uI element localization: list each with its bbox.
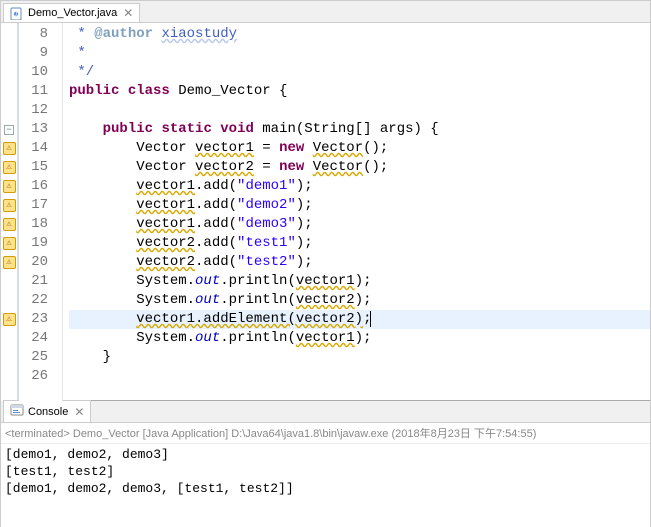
line-number: 18 bbox=[19, 215, 48, 234]
line-number: 21 bbox=[19, 272, 48, 291]
console-line: [demo1, demo2, demo3] bbox=[5, 446, 646, 463]
gutter-icon-slot bbox=[1, 329, 17, 348]
line-number-gutter: 891011121314151617181920212223242526 bbox=[19, 23, 63, 401]
code-line[interactable]: vector1.add("demo3"); bbox=[69, 215, 650, 234]
console-tab[interactable]: Console ✕ bbox=[3, 400, 91, 422]
warning-icon[interactable]: ⚠ bbox=[3, 218, 16, 231]
warning-icon[interactable]: ⚠ bbox=[3, 161, 16, 174]
line-number: 22 bbox=[19, 291, 48, 310]
code-line[interactable]: Vector vector2 = new Vector(); bbox=[69, 158, 650, 177]
line-number: 26 bbox=[19, 367, 48, 386]
warning-icon[interactable]: ⚠ bbox=[3, 313, 16, 326]
console-output[interactable]: [demo1, demo2, demo3][test1, test2][demo… bbox=[1, 444, 650, 499]
gutter-icon-slot: − bbox=[1, 120, 17, 139]
gutter-icon-slot bbox=[1, 63, 17, 82]
gutter-icon-slot bbox=[1, 44, 17, 63]
code-line[interactable]: public class Demo_Vector { bbox=[69, 82, 650, 101]
editor-pane: J Demo_Vector.java ✕ −⚠⚠⚠⚠⚠⚠⚠⚠ 891011121… bbox=[1, 1, 650, 401]
close-icon[interactable]: ✕ bbox=[123, 6, 133, 20]
line-number: 19 bbox=[19, 234, 48, 253]
gutter-icon-slot: ⚠ bbox=[1, 310, 17, 329]
gutter-icon-slot bbox=[1, 272, 17, 291]
console-pane: Console ✕ <terminated> Demo_Vector [Java… bbox=[1, 401, 650, 527]
console-line: [test1, test2] bbox=[5, 463, 646, 480]
code-line[interactable] bbox=[69, 101, 650, 120]
gutter-icon-slot bbox=[1, 82, 17, 101]
line-number: 13 bbox=[19, 120, 48, 139]
line-number: 8 bbox=[19, 25, 48, 44]
warning-icon[interactable]: ⚠ bbox=[3, 199, 16, 212]
console-tab-bar: Console ✕ bbox=[1, 401, 650, 423]
editor-tab-label: Demo_Vector.java bbox=[28, 7, 117, 19]
line-number: 16 bbox=[19, 177, 48, 196]
gutter-icon-slot bbox=[1, 367, 17, 386]
line-number: 25 bbox=[19, 348, 48, 367]
gutter-icon-slot: ⚠ bbox=[1, 158, 17, 177]
gutter-icon-slot bbox=[1, 348, 17, 367]
console-status: <terminated> Demo_Vector [Java Applicati… bbox=[1, 423, 650, 444]
code-area[interactable]: − ⚠ ⚠ ⚠ ⚠ ⚠ ⚠ ⚠ ⚠ 891011121314151617181920212223… bbox=[1, 23, 650, 401]
close-icon[interactable]: ✕ bbox=[74, 405, 84, 419]
code-line[interactable]: public static void main(String[] args) { bbox=[69, 120, 650, 139]
gutter-icon-slot: ⚠ bbox=[1, 177, 17, 196]
gutter-icon-slot: ⚠ bbox=[1, 139, 17, 158]
code-line[interactable]: vector2.add("test1"); bbox=[69, 234, 650, 253]
gutter-icon-slot bbox=[1, 25, 17, 44]
fold-minus-icon[interactable]: − bbox=[4, 125, 14, 135]
line-number: 15 bbox=[19, 158, 48, 177]
code-line[interactable]: vector1.addElement(vector2); bbox=[69, 310, 650, 329]
console-icon bbox=[10, 403, 24, 420]
code-line[interactable]: */ bbox=[69, 63, 650, 82]
code-line[interactable] bbox=[69, 367, 650, 386]
gutter-icon-slot bbox=[1, 101, 17, 120]
code-line[interactable]: * bbox=[69, 44, 650, 63]
warning-icon[interactable]: ⚠ bbox=[3, 237, 16, 250]
line-number: 9 bbox=[19, 44, 48, 63]
code-line[interactable]: vector2.add("test2"); bbox=[69, 253, 650, 272]
gutter-icon-slot: ⚠ bbox=[1, 196, 17, 215]
code-line[interactable]: System.out.println(vector1); bbox=[69, 329, 650, 348]
line-number: 12 bbox=[19, 101, 48, 120]
code-line[interactable]: vector1.add("demo2"); bbox=[69, 196, 650, 215]
warning-icon[interactable]: ⚠ bbox=[3, 256, 16, 269]
gutter-icon-column: − ⚠ ⚠ ⚠ ⚠ ⚠ ⚠ ⚠ ⚠ bbox=[1, 23, 19, 401]
console-tab-label: Console bbox=[28, 406, 68, 418]
code-line[interactable]: * @author xiaostudy bbox=[69, 25, 650, 44]
gutter-icon-slot: ⚠ bbox=[1, 253, 17, 272]
code-line[interactable]: } bbox=[69, 348, 650, 367]
line-number: 23 bbox=[19, 310, 48, 329]
line-number: 20 bbox=[19, 253, 48, 272]
line-number: 24 bbox=[19, 329, 48, 348]
gutter-icon-slot: ⚠ bbox=[1, 215, 17, 234]
line-number: 17 bbox=[19, 196, 48, 215]
code-line[interactable]: System.out.println(vector2); bbox=[69, 291, 650, 310]
code-line[interactable]: vector1.add("demo1"); bbox=[69, 177, 650, 196]
code-line[interactable]: System.out.println(vector1); bbox=[69, 272, 650, 291]
code-line[interactable]: Vector vector1 = new Vector(); bbox=[69, 139, 650, 158]
warning-icon[interactable]: ⚠ bbox=[3, 142, 16, 155]
console-line: [demo1, demo2, demo3, [test1, test2]] bbox=[5, 480, 646, 497]
warning-icon[interactable]: ⚠ bbox=[3, 180, 16, 193]
code-lines[interactable]: * @author xiaostudy * */public class Dem… bbox=[63, 23, 650, 401]
java-file-icon: J bbox=[10, 6, 24, 20]
gutter-icon-slot: ⚠ bbox=[1, 234, 17, 253]
gutter-icon-slot bbox=[1, 291, 17, 310]
line-number: 10 bbox=[19, 63, 48, 82]
editor-tab-bar: J Demo_Vector.java ✕ bbox=[1, 1, 650, 23]
line-number: 11 bbox=[19, 82, 48, 101]
line-number: 14 bbox=[19, 139, 48, 158]
editor-tab[interactable]: J Demo_Vector.java ✕ bbox=[3, 3, 140, 22]
